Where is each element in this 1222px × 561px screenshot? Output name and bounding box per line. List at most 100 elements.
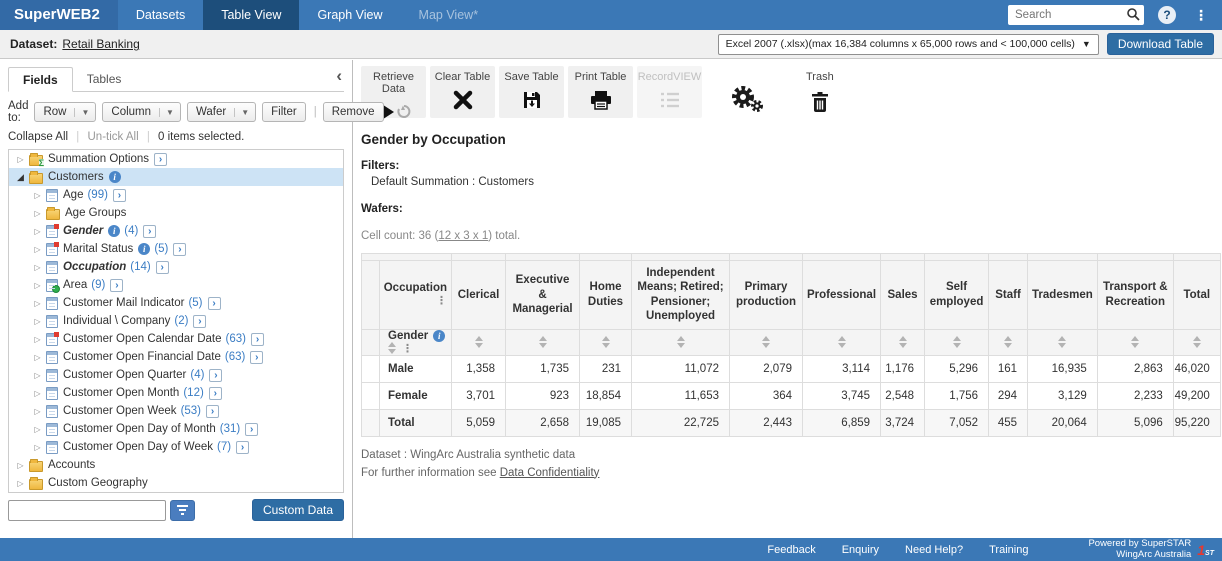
add-column-button[interactable]: Column▼ [102, 102, 181, 122]
trash-button[interactable]: Trash [806, 66, 834, 116]
tree-expand-icon[interactable]: ▷ [32, 317, 43, 326]
column-header[interactable]: Sales [881, 261, 925, 330]
tree-item[interactable]: ◢Customersi [9, 168, 343, 186]
column-dimension-header[interactable]: Occupation⋮ [380, 261, 452, 330]
add-filter-button[interactable]: Filter [262, 102, 306, 122]
tree-expand-icon[interactable]: ▷ [32, 263, 43, 272]
menu-kebab-icon[interactable]: ⋮ [1190, 6, 1212, 24]
sort-toggle-icon[interactable] [899, 336, 907, 348]
tree-expand-icon[interactable]: ▷ [15, 479, 26, 488]
cell-count-link[interactable]: 12 x 3 x 1 [438, 230, 488, 242]
footer-link-need-help[interactable]: Need Help? [905, 544, 963, 556]
tree-expand-icon[interactable]: ▷ [32, 209, 43, 218]
tree-expand-icon[interactable]: ▷ [32, 245, 43, 254]
tree-expand-icon[interactable]: ▷ [32, 281, 43, 290]
quick-add-icon[interactable]: › [154, 153, 167, 166]
footer-link-feedback[interactable]: Feedback [767, 544, 815, 556]
add-row-button[interactable]: Row▼ [34, 102, 96, 122]
row-label[interactable]: Male [380, 355, 452, 382]
column-header[interactable]: Transport & Recreation [1097, 261, 1173, 330]
column-header[interactable]: Independent Means; Retired; Pensioner; U… [632, 261, 730, 330]
column-sort-cell[interactable] [452, 329, 506, 355]
table-options-button[interactable] [728, 66, 766, 117]
column-sort-cell[interactable] [730, 329, 803, 355]
column-header[interactable]: Professional [803, 261, 881, 330]
export-format-select[interactable]: Excel 2007 (.xlsx)(max 16,384 columns x … [718, 34, 1099, 55]
sort-toggle-icon[interactable] [838, 336, 846, 348]
tree-item[interactable]: ▷Individual \ Company(2)› [9, 312, 343, 330]
custom-data-button[interactable]: Custom Data [252, 499, 344, 521]
sort-toggle-icon[interactable] [1193, 336, 1201, 348]
column-header[interactable]: Clerical [452, 261, 506, 330]
column-sort-cell[interactable] [1028, 329, 1098, 355]
column-sort-cell[interactable] [803, 329, 881, 355]
header-kebab-icon[interactable]: ⋮ [436, 294, 447, 307]
quick-add-icon[interactable]: › [209, 387, 222, 400]
column-sort-cell[interactable] [989, 329, 1028, 355]
download-table-button[interactable]: Download Table [1107, 33, 1214, 55]
tree-item[interactable]: ▷Customer Open Month(12)› [9, 384, 343, 402]
tree-item[interactable]: ▷Area(9)› [9, 276, 343, 294]
quick-add-icon[interactable]: › [245, 423, 258, 436]
data-confidentiality-link[interactable]: Data Confidentiality [500, 467, 600, 479]
tree-expand-icon[interactable]: ▷ [32, 335, 43, 344]
nav-tab-map-view[interactable]: Map View* [401, 0, 497, 30]
row-dimension-header[interactable]: Genderi ⋮ [380, 329, 452, 355]
tree-item[interactable]: ▷Genderi(4)› [9, 222, 343, 240]
untick-all-link[interactable]: Un-tick All [88, 131, 139, 143]
tree-item[interactable]: ▷Customer Open Quarter(4)› [9, 366, 343, 384]
info-icon[interactable]: i [108, 225, 120, 237]
quick-add-icon[interactable]: › [193, 315, 206, 328]
row-label[interactable]: Female [380, 382, 452, 409]
panel-collapse-icon[interactable]: ‹ [336, 68, 342, 84]
quick-add-icon[interactable]: › [143, 225, 156, 238]
clear-table-button[interactable]: Clear Table [430, 66, 495, 118]
column-header[interactable]: Total [1173, 261, 1220, 330]
tree-item[interactable]: ▷Custom Geography [9, 474, 343, 492]
collapse-all-link[interactable]: Collapse All [8, 131, 68, 143]
quick-add-icon[interactable]: › [113, 189, 126, 202]
column-sort-cell[interactable] [1097, 329, 1173, 355]
nav-tab-table-view[interactable]: Table View [203, 0, 299, 30]
column-sort-cell[interactable] [506, 329, 580, 355]
column-header[interactable]: Home Duties [580, 261, 632, 330]
quick-add-icon[interactable]: › [173, 243, 186, 256]
tree-item[interactable]: ▷Accounts [9, 456, 343, 474]
column-header[interactable]: Primary production [730, 261, 803, 330]
info-icon[interactable]: i [109, 171, 121, 183]
column-sort-cell[interactable] [580, 329, 632, 355]
column-sort-cell[interactable] [632, 329, 730, 355]
tree-expand-icon[interactable]: ▷ [32, 389, 43, 398]
column-sort-cell[interactable] [1173, 329, 1220, 355]
tree-item[interactable]: ▷Occupation(14)› [9, 258, 343, 276]
info-icon[interactable]: i [138, 243, 150, 255]
quick-add-icon[interactable]: › [236, 441, 249, 454]
tree-search-input[interactable] [8, 500, 166, 521]
column-header[interactable]: Tradesmen [1028, 261, 1098, 330]
nav-tab-datasets[interactable]: Datasets [118, 0, 203, 30]
column-sort-cell[interactable] [881, 329, 925, 355]
nav-tab-graph-view[interactable]: Graph View [299, 0, 400, 30]
sort-toggle-icon[interactable] [475, 336, 483, 348]
print-table-button[interactable]: Print Table [568, 66, 633, 118]
tree-expand-icon[interactable]: ▷ [15, 461, 26, 470]
tree-item[interactable]: ▷Customer Open Week(53)› [9, 402, 343, 420]
save-table-button[interactable]: Save Table [499, 66, 564, 118]
quick-add-icon[interactable]: › [156, 261, 169, 274]
sort-toggle-icon[interactable] [539, 336, 547, 348]
tree-expand-icon[interactable]: ▷ [32, 371, 43, 380]
tree-expand-icon[interactable]: ▷ [32, 191, 43, 200]
tree-item[interactable]: ▷Customer Open Calendar Date(63)› [9, 330, 343, 348]
tree-item[interactable]: ▷Customer Mail Indicator(5)› [9, 294, 343, 312]
column-sort-cell[interactable] [925, 329, 989, 355]
sort-toggle-icon[interactable] [1131, 336, 1139, 348]
quick-add-icon[interactable]: › [208, 297, 221, 310]
column-header[interactable]: Executive & Managerial [506, 261, 580, 330]
tree-item[interactable]: ▷Customer Open Day of Month(31)› [9, 420, 343, 438]
tree-item[interactable]: ▷Customer Open Financial Date(63)› [9, 348, 343, 366]
quick-add-icon[interactable]: › [251, 333, 264, 346]
add-wafer-button[interactable]: Wafer▼ [187, 102, 256, 122]
sort-toggle-icon[interactable] [1058, 336, 1066, 348]
search-icon[interactable] [1126, 7, 1141, 25]
tree-collapse-icon[interactable]: ◢ [15, 172, 26, 183]
